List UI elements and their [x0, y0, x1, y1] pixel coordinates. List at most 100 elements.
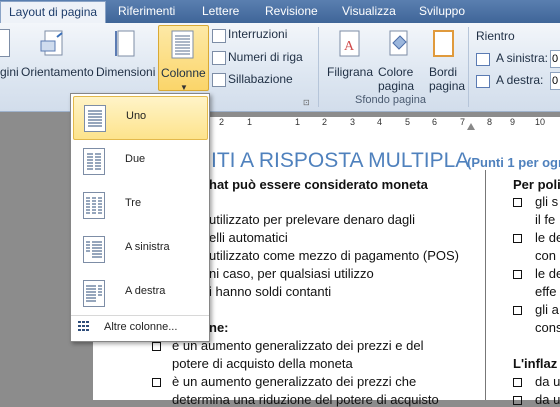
question-2: ne: [209, 320, 229, 335]
colore-pagina-button[interactable]: Colore pagina [378, 65, 414, 93]
orientamento-button[interactable]: Orientamento [21, 65, 94, 79]
numeri-riga-button[interactable]: Numeri di riga [228, 50, 303, 64]
ribbon-tabs: Layout di pagina Riferimenti Lettere Rev… [0, 0, 560, 24]
ruler-number: 1 [247, 117, 253, 127]
ruler-number: 1 [295, 117, 301, 127]
menu-item-label: A destra [125, 285, 166, 297]
chevron-down-icon: ▼ [180, 83, 188, 92]
right-col-text: con [535, 248, 556, 263]
ruler-number: 5 [405, 117, 411, 127]
ruler-number: 2 [322, 117, 328, 127]
column-divider [485, 170, 486, 400]
one-column-icon [84, 105, 106, 132]
menu-item-due[interactable]: Due [73, 140, 206, 182]
sillabazione-icon[interactable] [212, 73, 226, 87]
tab-layout-di-pagina[interactable]: Layout di pagina [0, 1, 107, 24]
right-col-text: gli a [535, 302, 559, 317]
numeri-riga-icon[interactable] [212, 51, 226, 65]
answer-line: è un aumento generalizzato dei prezzi ch… [172, 374, 417, 389]
colonne-icon [171, 30, 194, 59]
menu-item-uno[interactable]: Uno [73, 96, 208, 140]
answer-line: ni caso, per qualsiasi utilizzo [209, 266, 374, 281]
colonne-label: Colonne [161, 66, 206, 80]
columns-dropdown-menu: Uno Due Tre A sinistra A destra Altre co… [70, 93, 210, 342]
ruler-number: 6 [432, 117, 438, 127]
ruler-number: 2 [219, 117, 225, 127]
ruler-number: 7 [460, 117, 466, 127]
tab-visualizza[interactable]: Visualizza [342, 0, 396, 23]
two-columns-icon [83, 148, 105, 175]
checkbox-icon [513, 198, 522, 207]
a-sinistra-label: A sinistra: [496, 51, 549, 65]
checkbox-icon [513, 378, 522, 387]
group-separator [318, 27, 319, 107]
orientamento-icon[interactable] [40, 29, 66, 64]
menu-item-label: A sinistra [125, 241, 170, 253]
left-column-icon [83, 236, 105, 263]
checkbox-icon [152, 378, 161, 387]
menu-item-label: Due [125, 153, 146, 165]
right-col-text: effe [535, 284, 557, 299]
filigrana-button[interactable]: Filigrana [327, 65, 373, 79]
more-columns-icon [78, 321, 89, 331]
tab-sviluppo[interactable]: Sviluppo [419, 0, 465, 23]
answer-line: potere di acquisto della moneta [172, 356, 353, 371]
indent-right-input[interactable]: 0 [550, 72, 560, 90]
answer-line: elli automatici [209, 230, 288, 245]
a-destra-label: A destra: [496, 73, 544, 87]
ruler-number: 10 [535, 117, 546, 127]
menu-item-label: Altre colonne... [104, 321, 178, 333]
menu-item-label: Uno [126, 110, 147, 122]
menu-item-a-destra[interactable]: A destra [73, 272, 206, 314]
bordi-pagina-button[interactable]: Bordi pagina [429, 65, 465, 93]
margini-icon[interactable] [0, 29, 10, 57]
colonne-button[interactable]: Colonne ▼ [158, 25, 209, 92]
indent-right-icon [476, 75, 490, 88]
bordi-pagina-icon[interactable] [432, 29, 456, 64]
menu-item-a-sinistra[interactable]: A sinistra [73, 228, 206, 270]
question-1: hat può essere considerato moneta [209, 177, 428, 192]
interruzioni-icon[interactable] [212, 29, 226, 43]
right-col-text: da u [535, 374, 560, 389]
dimensioni-button[interactable]: Dimensioni [96, 65, 155, 79]
heading-points: (Punti 1 per ogn [467, 155, 560, 170]
right-col-text: Per poli [513, 177, 560, 192]
menu-item-tre[interactable]: Tre [73, 184, 206, 226]
checkbox-icon [513, 396, 522, 405]
checkbox-icon [513, 270, 522, 279]
right-col-text: L'inflaz [513, 356, 558, 371]
right-col-text: gli s [535, 194, 559, 209]
ruler-number: 9 [510, 117, 516, 127]
filigrana-icon[interactable]: A [338, 29, 362, 64]
sillabazione-button[interactable]: Sillabazione [228, 72, 293, 86]
indent-marker-icon[interactable] [467, 123, 475, 130]
checkbox-icon [513, 306, 522, 315]
dimensioni-icon[interactable] [115, 29, 137, 64]
horizontal-ruler[interactable]: 2 1 1 2 3 4 5 6 7 8 9 10 [205, 117, 560, 132]
svg-text:A: A [344, 39, 355, 54]
indent-left-icon [476, 53, 490, 66]
answer-line: utilizzato come mezzo di pagamento (POS) [209, 248, 459, 263]
indent-left-input[interactable]: 0 [550, 50, 560, 68]
checkbox-icon [513, 234, 522, 243]
dialog-launcher-icon[interactable]: ⊡ [303, 98, 310, 107]
interruzioni-button[interactable]: Interruzioni [228, 27, 287, 41]
sfondo-group-label: Sfondo pagina [355, 94, 426, 106]
answer-line: utilizzato per prelevare denaro dagli [209, 212, 415, 227]
answer-line: i hanno soldi contanti [209, 284, 332, 299]
tab-riferimenti[interactable]: Riferimenti [118, 0, 175, 23]
rientro-label: Rientro [476, 29, 515, 43]
checkbox-icon [152, 342, 161, 351]
colore-pagina-label: Colore pagina [378, 65, 415, 93]
three-columns-icon [83, 192, 105, 219]
tab-lettere[interactable]: Lettere [202, 0, 239, 23]
menu-item-label: Tre [125, 197, 142, 209]
right-col-text: le de [535, 230, 560, 245]
margini-button[interactable]: gini [0, 65, 19, 79]
right-col-text: le de [535, 266, 560, 281]
group-separator [468, 27, 469, 107]
tab-revisione[interactable]: Revisione [265, 0, 318, 23]
document-heading: ITI A RISPOSTA MULTIPLA [211, 149, 470, 172]
right-col-text: cons [535, 320, 560, 335]
colore-pagina-icon[interactable] [387, 29, 411, 64]
